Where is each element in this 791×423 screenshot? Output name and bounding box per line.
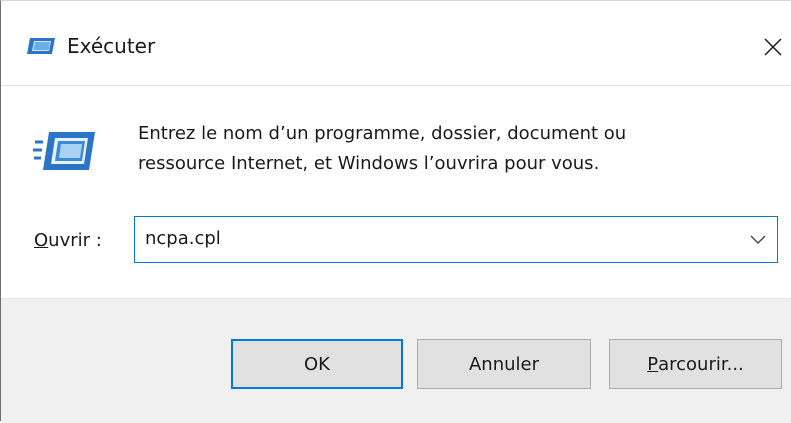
ok-button[interactable]: OK <box>231 339 403 389</box>
dropdown-button[interactable] <box>747 229 769 251</box>
instructions-line-2: ressource Internet, et Windows l’ouvrira… <box>138 153 600 174</box>
close-icon <box>764 38 782 56</box>
button-bar: OK Annuler Parcourir... <box>1 298 791 423</box>
window-title: Exécuter <box>67 34 156 58</box>
dialog-body: Entrez le nom d’un programme, dossier, d… <box>1 86 791 298</box>
browse-button-label: arcourir... <box>658 353 744 375</box>
cancel-button[interactable]: Annuler <box>417 339 591 389</box>
cancel-button-label: Annuler <box>468 353 539 375</box>
open-label: Ouvrir : <box>34 226 102 256</box>
run-icon <box>33 132 95 170</box>
run-dialog: Exécuter Entrez le nom d’un programme, d… <box>0 0 791 423</box>
chevron-down-icon <box>750 235 766 244</box>
open-label-accelerator: O <box>34 230 49 251</box>
instructions-text: Entrez le nom d’un programme, dossier, d… <box>138 119 758 179</box>
run-icon <box>27 38 55 54</box>
instructions-line-1: Entrez le nom d’un programme, dossier, d… <box>138 123 627 144</box>
browse-button-accelerator: P <box>647 353 659 375</box>
open-label-text: uvrir : <box>48 230 102 251</box>
title-bar: Exécuter <box>1 1 791 86</box>
open-combobox[interactable]: ncpa.cpl <box>134 216 778 263</box>
open-input[interactable]: ncpa.cpl <box>145 225 221 253</box>
close-button[interactable] <box>753 27 791 67</box>
browse-button[interactable]: Parcourir... <box>609 339 782 389</box>
ok-button-label: OK <box>304 353 330 375</box>
